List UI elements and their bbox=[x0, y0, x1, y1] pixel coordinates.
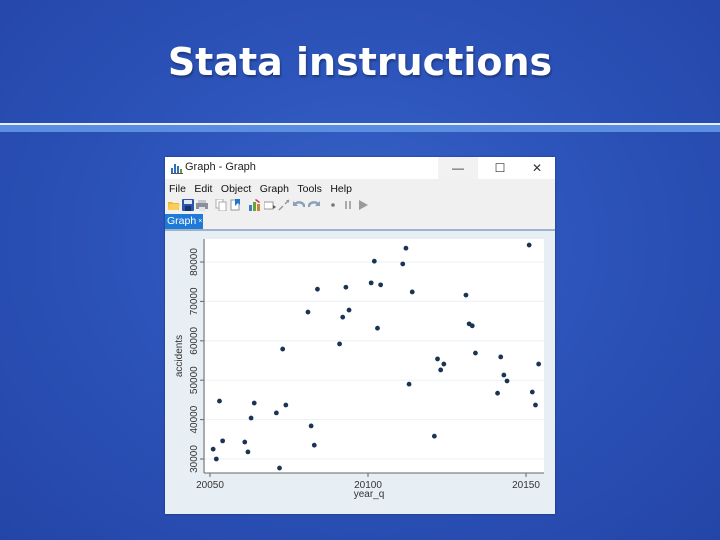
y-tick-label: 60000 bbox=[189, 326, 200, 354]
data-point bbox=[251, 400, 257, 406]
y-tick-label: 50000 bbox=[189, 366, 200, 394]
data-point bbox=[529, 389, 535, 395]
data-point bbox=[346, 307, 352, 313]
tab-close-icon[interactable]: × bbox=[198, 218, 202, 225]
data-point bbox=[375, 325, 380, 331]
data-point bbox=[431, 433, 437, 439]
data-point bbox=[242, 439, 248, 445]
menu-graph[interactable]: Graph bbox=[260, 180, 289, 195]
undo-icon[interactable] bbox=[293, 199, 305, 211]
open-icon[interactable] bbox=[168, 199, 180, 211]
y-tick-label: 80000 bbox=[189, 248, 200, 276]
data-point bbox=[368, 280, 374, 286]
data-point bbox=[280, 346, 286, 352]
data-point bbox=[504, 378, 510, 384]
data-point bbox=[213, 456, 219, 462]
plot-region bbox=[205, 239, 544, 473]
menu-file[interactable]: File bbox=[169, 180, 186, 195]
x-tick-label: 20050 bbox=[196, 480, 224, 491]
tab-bar: Graph × bbox=[165, 214, 555, 231]
y-tick-label: 30000 bbox=[189, 445, 200, 473]
graph-app-icon bbox=[171, 164, 183, 174]
menu-help[interactable]: Help bbox=[330, 180, 352, 195]
graph-area: 30000 40000 50000 60000 70000 80000 20050 20100… bbox=[165, 231, 555, 514]
data-point bbox=[473, 350, 478, 356]
rename-icon[interactable] bbox=[264, 199, 276, 211]
data-point bbox=[277, 465, 282, 471]
y-axis-label: accidents bbox=[174, 335, 185, 377]
tab-graph-label: Graph bbox=[167, 215, 197, 227]
data-point bbox=[463, 292, 469, 298]
pause-icon[interactable] bbox=[342, 199, 354, 211]
data-point bbox=[536, 361, 542, 367]
data-point bbox=[533, 402, 538, 408]
data-point bbox=[501, 372, 507, 378]
data-point bbox=[469, 323, 475, 329]
toolbar bbox=[165, 196, 555, 214]
data-point bbox=[406, 381, 412, 387]
redo-icon[interactable] bbox=[308, 199, 320, 211]
maximize-button[interactable]: ☐ bbox=[480, 157, 520, 179]
data-point bbox=[245, 449, 251, 455]
record-icon[interactable] bbox=[327, 199, 339, 211]
data-point bbox=[210, 446, 216, 452]
data-point bbox=[308, 423, 314, 429]
y-tick-label: 40000 bbox=[189, 405, 200, 433]
data-point bbox=[403, 245, 409, 251]
print-icon[interactable] bbox=[196, 199, 208, 211]
data-point bbox=[378, 282, 384, 288]
tab-graph[interactable]: Graph × bbox=[165, 214, 203, 229]
data-point bbox=[315, 286, 320, 292]
scatter-chart: 30000400005000060000700008000020050 20100… bbox=[174, 239, 544, 500]
window-titlebar[interactable]: Graph - Graph — ☐ ✕ bbox=[165, 157, 555, 179]
paste-icon[interactable] bbox=[230, 199, 242, 211]
data-point bbox=[305, 309, 311, 315]
data-point bbox=[400, 261, 406, 267]
graph-editor-icon[interactable] bbox=[249, 199, 261, 211]
data-point bbox=[217, 398, 222, 404]
data-point bbox=[438, 367, 444, 373]
copy-icon[interactable] bbox=[215, 199, 227, 211]
data-point bbox=[340, 314, 346, 320]
graph-window: Graph - Graph — ☐ ✕ File Edit Object Gra… bbox=[165, 157, 555, 514]
data-point bbox=[220, 438, 226, 444]
close-button[interactable]: ✕ bbox=[517, 157, 557, 179]
menu-edit[interactable]: Edit bbox=[194, 180, 212, 195]
save-icon[interactable] bbox=[182, 199, 194, 211]
data-point bbox=[283, 402, 289, 408]
data-point bbox=[498, 354, 504, 360]
play-icon[interactable] bbox=[357, 199, 369, 211]
menu-tools[interactable]: Tools bbox=[297, 180, 322, 195]
menu-bar: File Edit Object Graph Tools Help bbox=[165, 179, 555, 196]
resize-icon[interactable] bbox=[278, 199, 290, 211]
window-title: Graph - Graph bbox=[185, 161, 256, 173]
minimize-button[interactable]: — bbox=[438, 157, 478, 179]
data-point bbox=[495, 390, 500, 396]
data-point bbox=[273, 410, 279, 416]
data-point bbox=[371, 258, 377, 264]
data-point bbox=[248, 415, 254, 421]
data-point bbox=[311, 442, 317, 448]
data-point bbox=[337, 341, 342, 347]
x-axis-label: year_q bbox=[354, 489, 385, 500]
menu-object[interactable]: Object bbox=[221, 180, 251, 195]
data-point bbox=[435, 356, 440, 362]
slide-title: Stata instructions bbox=[167, 40, 553, 84]
x-tick-label: 20150 bbox=[512, 480, 540, 491]
y-tick-label: 70000 bbox=[189, 287, 200, 315]
data-point bbox=[343, 284, 349, 290]
data-point bbox=[526, 242, 532, 248]
data-point bbox=[441, 361, 447, 367]
title-divider-band bbox=[0, 125, 720, 132]
data-point bbox=[409, 289, 415, 295]
